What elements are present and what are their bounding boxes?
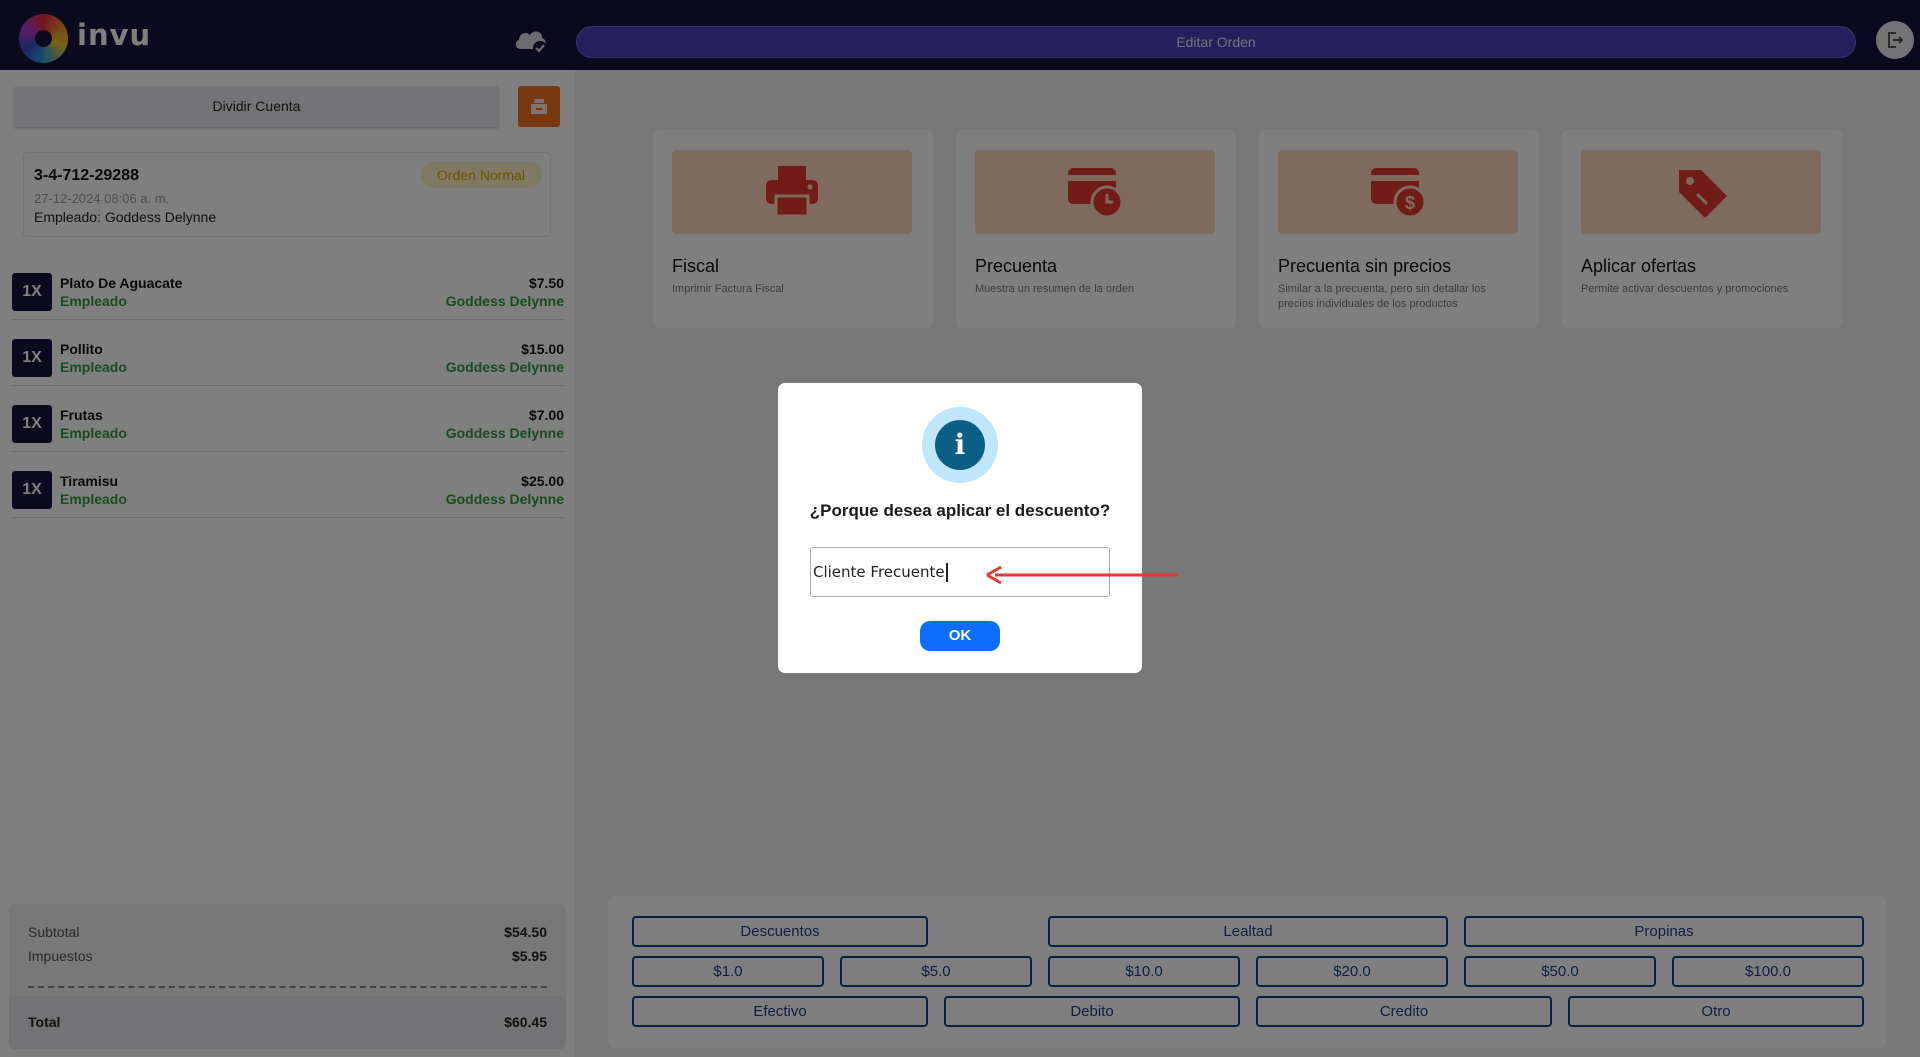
text-caret [945,563,948,582]
discount-reason-dialog: i ¿Porque desea aplicar el descuento? Cl… [778,383,1142,673]
info-icon: i [922,407,998,483]
annotation-arrow-icon [986,565,1178,585]
input-value: Cliente Frecuente [813,563,945,581]
dialog-title: ¿Porque desea aplicar el descuento? [809,501,1111,520]
ok-button[interactable]: OK [920,621,1000,651]
